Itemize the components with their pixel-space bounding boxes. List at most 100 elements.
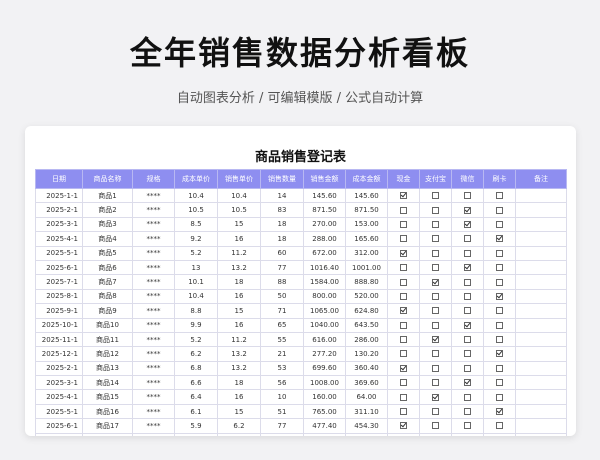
payment-cell [483,360,516,377]
checkbox-checked[interactable] [496,408,503,416]
note-cell[interactable] [515,403,567,420]
table-cell: 286.00 [345,331,388,348]
checkbox-unchecked[interactable] [464,393,471,401]
checkbox-unchecked[interactable] [464,235,471,243]
checkbox-checked[interactable] [464,321,471,329]
checkbox-unchecked[interactable] [400,336,407,344]
note-cell[interactable] [515,274,567,290]
checkbox-unchecked[interactable] [464,292,471,300]
checkbox-unchecked[interactable] [400,408,407,416]
checkbox-unchecked[interactable] [496,379,503,387]
payment-cell [387,303,420,319]
checkbox-checked[interactable] [432,336,439,344]
checkbox-unchecked[interactable] [496,393,503,401]
checkbox-unchecked[interactable] [464,422,471,430]
checkbox-unchecked[interactable] [432,408,439,416]
note-cell[interactable] [515,418,567,434]
checkbox-unchecked[interactable] [464,249,471,257]
checkbox-unchecked[interactable] [496,422,503,430]
note-cell[interactable] [515,259,567,276]
checkbox-checked[interactable] [400,249,407,257]
note-cell[interactable] [515,389,567,405]
checkbox-unchecked[interactable] [400,393,407,401]
checkbox-unchecked[interactable] [400,292,407,300]
checkbox-unchecked[interactable] [432,379,439,387]
checkbox-checked[interactable] [464,220,471,228]
checkbox-checked[interactable] [432,278,439,286]
checkbox-checked[interactable] [496,350,503,358]
checkbox-unchecked[interactable] [400,220,407,228]
table-cell: 311.10 [345,403,388,420]
checkbox-unchecked[interactable] [400,264,407,272]
payment-cell [451,317,484,333]
checkbox-unchecked[interactable] [432,321,439,329]
checkbox-unchecked[interactable] [400,379,407,387]
checkbox-unchecked[interactable] [496,278,503,286]
checkbox-unchecked[interactable] [496,192,503,200]
checkbox-unchecked[interactable] [496,321,503,329]
checkbox-unchecked[interactable] [464,307,471,315]
note-cell[interactable] [515,360,567,377]
note-cell[interactable] [515,245,567,261]
checkbox-unchecked[interactable] [432,264,439,272]
note-cell[interactable] [515,432,567,436]
checkbox-checked[interactable] [464,264,471,272]
checkbox-unchecked[interactable] [464,364,471,372]
checkbox-checked[interactable] [400,307,407,315]
checkbox-checked[interactable] [496,292,503,300]
note-cell[interactable] [515,202,567,218]
table-cell: 1016.40 [303,259,346,276]
checkbox-checked[interactable] [400,364,407,372]
checkbox-checked[interactable] [496,235,503,243]
table-cell: 商品7 [82,274,133,290]
checkbox-unchecked[interactable] [464,192,471,200]
payment-cell [419,216,452,233]
table-cell: 53 [260,360,304,377]
note-cell[interactable] [515,303,567,319]
checkbox-unchecked[interactable] [432,350,439,358]
checkbox-checked[interactable] [464,379,471,387]
checkbox-unchecked[interactable] [464,350,471,358]
checkbox-unchecked[interactable] [432,249,439,257]
checkbox-unchecked[interactable] [400,350,407,358]
note-cell[interactable] [515,187,567,204]
checkbox-checked[interactable] [400,192,407,200]
checkbox-unchecked[interactable] [464,278,471,286]
checkbox-unchecked[interactable] [496,264,503,272]
checkbox-unchecked[interactable] [464,408,471,416]
checkbox-unchecked[interactable] [432,220,439,228]
checkbox-unchecked[interactable] [400,235,407,243]
checkbox-unchecked[interactable] [432,292,439,300]
checkbox-unchecked[interactable] [432,364,439,372]
note-cell[interactable] [515,288,567,305]
payment-cell [419,360,452,377]
checkbox-unchecked[interactable] [432,235,439,243]
checkbox-unchecked[interactable] [432,307,439,315]
checkbox-unchecked[interactable] [496,336,503,344]
checkbox-checked[interactable] [432,393,439,401]
checkbox-unchecked[interactable] [496,307,503,315]
table-cell: **** [132,202,175,218]
checkbox-unchecked[interactable] [464,336,471,344]
checkbox-unchecked[interactable] [432,192,439,200]
checkbox-unchecked[interactable] [400,321,407,329]
checkbox-unchecked[interactable] [496,249,503,257]
note-cell[interactable] [515,375,567,391]
checkbox-unchecked[interactable] [496,206,503,214]
table-cell: 1584.00 [303,274,346,290]
checkbox-unchecked[interactable] [496,220,503,228]
note-cell[interactable] [515,346,567,362]
note-cell[interactable] [515,231,567,247]
checkbox-unchecked[interactable] [496,364,503,372]
checkbox-checked[interactable] [464,206,471,214]
table-cell: 888.80 [345,274,388,290]
note-cell[interactable] [515,216,567,233]
note-cell[interactable] [515,331,567,348]
table-cell: **** [132,259,175,276]
checkbox-unchecked[interactable] [432,206,439,214]
checkbox-unchecked[interactable] [400,206,407,214]
checkbox-unchecked[interactable] [400,278,407,286]
checkbox-checked[interactable] [400,422,407,430]
checkbox-unchecked[interactable] [432,422,439,430]
note-cell[interactable] [515,317,567,333]
